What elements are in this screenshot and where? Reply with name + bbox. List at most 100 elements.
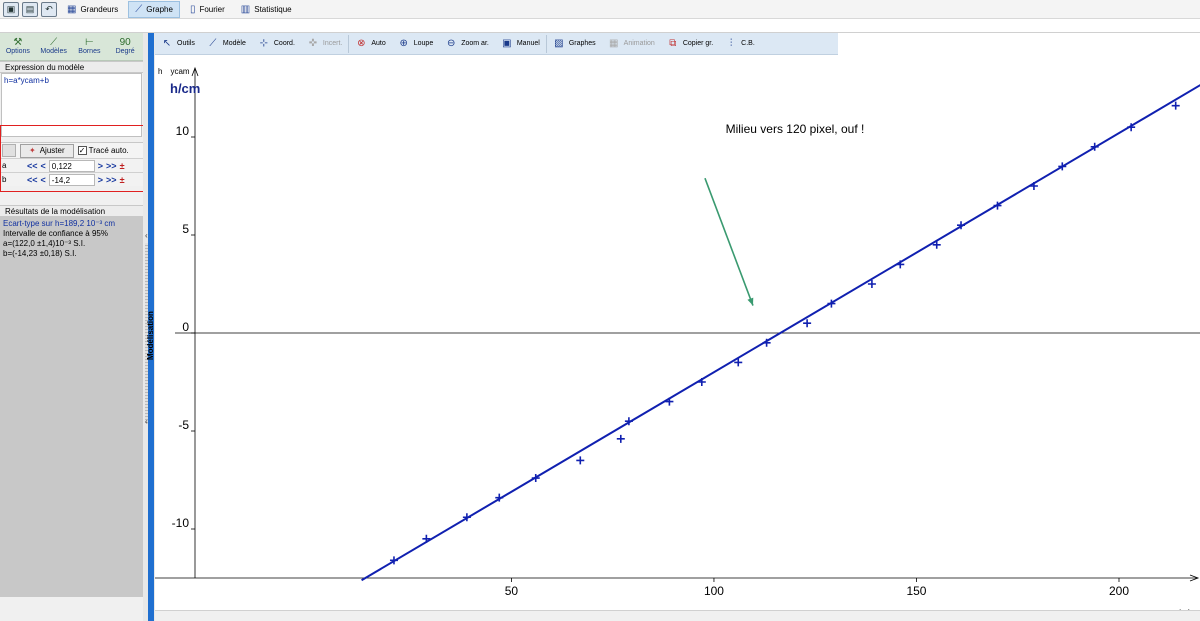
manual-icon: ▣ [502, 38, 512, 49]
tab-grandeurs[interactable]: ▦ Grandeurs [61, 1, 124, 18]
models-icon: ⟋ [50, 37, 58, 48]
graph-toolbar: ↖ Outils ⟋ Modèle ⊹ Coord. ✜ Incert. ⊗ Auto ⊕… [155, 33, 838, 55]
bounds-button[interactable]: ⊢ Bornes [72, 33, 108, 60]
cb-button[interactable]: ⫶ C.B. [719, 33, 761, 55]
data-point [422, 534, 431, 543]
results-body: Ecart-type sur h=189,2 10⁻³ cm Intervall… [0, 217, 143, 597]
left-panel: ⚒ Options ⟋ Modèles ⊢ Bornes 90 Degré Ex… [0, 33, 143, 621]
y-tick-label: -10 [172, 516, 190, 530]
chart-canvas[interactable]: 50100150200-10-50510ycam/pixh/cmMilieu v… [155, 33, 1200, 621]
options-icon: ⚒ [13, 37, 23, 48]
tab-statistique[interactable]: ▥ Statistique [235, 1, 298, 18]
increase-button[interactable]: > [98, 161, 103, 171]
tool-label: Bornes [78, 48, 101, 55]
increase-button[interactable]: > [98, 175, 103, 185]
coord-icon: ⊹ [259, 38, 269, 49]
graph-panel: 50100150200-10-50510ycam/pixh/cmMilieu v… [155, 33, 1200, 621]
tool-label: Modèle [222, 40, 246, 47]
tool-label: Outils [177, 40, 195, 47]
magnifier-button[interactable]: ⊕ Loupe [392, 33, 439, 55]
save-icon[interactable]: ▣ [3, 1, 19, 17]
y-tick-label: 5 [182, 222, 189, 236]
result-line: Intervalle de confiance à 95% [3, 229, 108, 238]
y-variable[interactable]: h [158, 67, 162, 76]
copy-graph-icon: ⧉ [669, 38, 677, 49]
result-line: a=(122,0 ±1,4)10⁻³ S.I. [3, 239, 86, 248]
x-tick-label: 100 [704, 584, 724, 598]
tool-label: Copier gr. [682, 40, 714, 47]
fast-increase-button[interactable]: >> [106, 175, 117, 185]
copy-graph-button[interactable]: ⧉ Copier gr. [661, 33, 719, 55]
ajuster-button[interactable]: ✦ Ajuster [20, 143, 74, 158]
param-value-input[interactable]: -14,2 [48, 173, 95, 186]
tab-label: Fourier [199, 4, 225, 14]
uncertainty-icon: ✜ [308, 38, 318, 49]
magic-wand-icon: ✦ [29, 146, 36, 155]
info-strip [0, 19, 1200, 33]
tab-graphe[interactable]: ⟋ Graphe [128, 0, 180, 18]
stats-icon: ▥ [240, 3, 251, 15]
uncertainty-button[interactable]: ± [120, 175, 125, 185]
tool-label: Zoom ar. [461, 40, 489, 47]
manual-button[interactable]: ▣ Manuel [495, 33, 546, 55]
expression-header: Expression du modèle [0, 61, 143, 73]
animation-button[interactable]: ▦ Animation [602, 33, 661, 55]
app-window: ▣ ▤ ↶ ▦ Grandeurs ⟋ Graphe ▯ Fourier ▥ S… [0, 0, 1200, 621]
models-button[interactable]: ⟋ Modèles [36, 33, 72, 60]
top-tab-bar: ▣ ▤ ↶ ▦ Grandeurs ⟋ Graphe ▯ Fourier ▥ S… [0, 0, 1200, 19]
model-expression-input[interactable]: h=a*ycam+b [1, 73, 142, 137]
tab-label: Graphe [146, 4, 173, 14]
uncertainty-button[interactable]: ✜ Incert. [301, 33, 348, 55]
tool-label: Auto [371, 40, 386, 47]
open-icon[interactable]: ▤ [22, 1, 38, 17]
data-point [1029, 182, 1038, 190]
tool-label: Degré [115, 48, 135, 55]
zoom-back-button[interactable]: ⊖ Zoom ar. [439, 33, 495, 55]
auto-zoom-icon: ⊗ [357, 38, 366, 49]
param-value-input[interactable]: 0,122 [48, 159, 95, 172]
tab-fourier[interactable]: ▯ Fourier [184, 1, 231, 18]
degree-button[interactable]: 90 Degré [107, 33, 143, 60]
graphs-button[interactable]: ▨ Graphes [547, 33, 602, 55]
cursor-icon: ↖ [162, 38, 172, 49]
x-variable[interactable]: ycam [170, 67, 189, 76]
decrease-button[interactable]: < [41, 175, 46, 185]
tool-label: Manuel [516, 40, 540, 47]
x-tick-label: 150 [906, 584, 926, 598]
decrease-button[interactable]: < [41, 161, 46, 171]
cb-icon: ⫶ [729, 38, 733, 49]
trace-auto-checkbox[interactable]: ✓ Tracé auto. [77, 146, 129, 155]
y-tick-label: 10 [176, 124, 190, 138]
fast-decrease-button[interactable]: << [27, 175, 38, 185]
table-icon: ▦ [67, 3, 77, 15]
tab-label: Statistique [254, 4, 292, 14]
tools-button[interactable]: ↖ Outils [155, 33, 201, 55]
magnifier-icon: ⊕ [399, 38, 408, 49]
auto-zoom-button[interactable]: ⊗ Auto [349, 33, 391, 55]
data-point [576, 456, 585, 465]
graph-icon: ⟋ [135, 3, 143, 15]
coord-button[interactable]: ⊹ Coord. [252, 33, 301, 55]
tool-label: Incert. [322, 40, 343, 47]
y-axis-label: h/cm [170, 81, 200, 96]
status-strip [155, 610, 1200, 621]
tab-label: Grandeurs [80, 4, 119, 14]
annotation-arrowhead [747, 297, 754, 306]
fast-increase-button[interactable]: >> [106, 161, 117, 171]
validate-button[interactable] [2, 144, 16, 157]
undo-icon[interactable]: ↶ [41, 1, 57, 17]
options-button[interactable]: ⚒ Options [0, 33, 36, 60]
parameters-panel: ✦ Ajuster ✓ Tracé auto. a << < 0,122 > >… [0, 142, 143, 188]
param-name: a [2, 161, 7, 170]
histogram-icon: ▯ [189, 3, 196, 15]
result-line: b=(-14,23 ±0,18) S.I. [3, 249, 77, 258]
data-point [1171, 101, 1180, 110]
fast-decrease-button[interactable]: << [27, 161, 38, 171]
results-header: Résultats de la modélisation [0, 205, 143, 217]
tool-label: Loupe [413, 40, 434, 47]
result-line: Ecart-type sur h=189,2 10⁻³ cm [3, 219, 116, 228]
param-row-b: b << < -14,2 > >> ± [0, 172, 143, 186]
uncertainty-button[interactable]: ± [120, 161, 125, 171]
model-button[interactable]: ⟋ Modèle [201, 33, 252, 55]
tool-label: Graphes [568, 40, 596, 47]
